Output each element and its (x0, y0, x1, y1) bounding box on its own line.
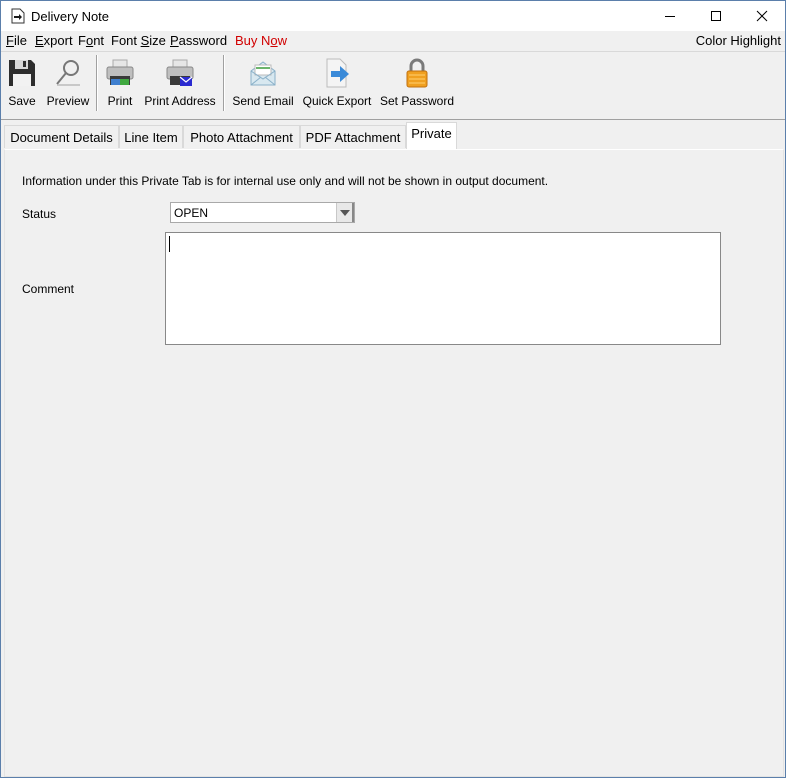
document-arrow-icon (11, 8, 25, 24)
title-bar: Delivery Note (1, 1, 785, 31)
printer-envelope-icon (166, 59, 194, 86)
tab-document-details[interactable]: Document Details (4, 125, 119, 148)
tab-line-item[interactable]: Line Item (119, 125, 183, 148)
save-button[interactable]: Save (4, 54, 40, 114)
close-icon (756, 10, 768, 22)
maximize-icon (711, 11, 721, 21)
menu-mnemonic: o (85, 33, 94, 48)
tab-pdf-attachment[interactable]: PDF Attachment (300, 125, 406, 148)
menu-font[interactable]: Font (78, 33, 104, 48)
print-label: Print (107, 94, 133, 108)
chevron-down-icon[interactable] (336, 203, 354, 222)
magnifier-icon (56, 60, 80, 86)
toolbar-separator (96, 55, 98, 111)
print-button[interactable]: Print (101, 54, 139, 114)
floppy-disk-icon (9, 60, 35, 86)
quick-export-button[interactable]: Quick Export (301, 54, 373, 114)
toolbar: Save Preview Print Print Address Send Em… (1, 52, 785, 120)
envelope-open-icon (250, 61, 276, 86)
menu-buy-now-pre: Buy Now (235, 33, 288, 48)
save-label: Save (8, 94, 36, 108)
print-address-button[interactable]: Print Address (141, 54, 219, 114)
status-label: Status (22, 207, 57, 221)
close-button[interactable] (739, 1, 785, 31)
send-email-button[interactable]: Send Email (229, 54, 297, 114)
preview-label: Preview (46, 94, 90, 108)
text-caret (169, 236, 170, 252)
set-password-button[interactable]: Set Password (377, 54, 457, 114)
print-address-label: Print Address (144, 94, 216, 108)
printer-icon (106, 59, 134, 85)
menu-password-rest: assword (178, 33, 228, 48)
status-dropdown[interactable]: OPEN (170, 202, 355, 223)
comment-textarea[interactable] (165, 232, 721, 345)
menu-export-mnemonic: E (35, 33, 44, 48)
preview-button[interactable]: Preview (44, 54, 92, 114)
tab-photo-attachment[interactable]: Photo Attachment (183, 125, 300, 148)
menu-font-size-pre: Font Size (111, 33, 166, 48)
window-title: Delivery Note (31, 9, 110, 24)
quick-export-label: Quick Export (302, 94, 372, 108)
status-value: OPEN (174, 206, 209, 220)
menu-mnemonic: o (270, 33, 278, 48)
private-info-text: Information under this Private Tab is fo… (22, 174, 549, 188)
comment-label: Comment (22, 282, 75, 296)
private-tab-panel: Information under this Private Tab is fo… (4, 149, 784, 777)
menu-mnemonic: S (140, 33, 150, 48)
minimize-button[interactable] (647, 1, 693, 31)
menu-password[interactable]: Password (170, 33, 227, 48)
menu-font-pre: Font (78, 33, 105, 48)
menu-file[interactable]: File (6, 33, 27, 48)
tab-strip: Document Details Line Item Photo Attachm… (3, 122, 783, 150)
minimize-icon (665, 16, 675, 17)
padlock-icon (406, 58, 428, 88)
menu-buy-now[interactable]: Buy Now (235, 33, 287, 48)
tab-private[interactable]: Private (406, 122, 457, 149)
menu-font-size[interactable]: Font Size (111, 33, 166, 48)
set-password-label: Set Password (379, 94, 455, 108)
menu-export[interactable]: Export (35, 33, 73, 48)
document-export-icon (326, 58, 349, 88)
menu-file-mnemonic: F (6, 33, 14, 48)
send-email-label: Send Email (232, 94, 294, 108)
menu-color-highlight[interactable]: Color Highlight (696, 33, 781, 48)
toolbar-separator (223, 55, 225, 111)
maximize-button[interactable] (693, 1, 739, 31)
menu-bar: File Export Font Font Size Password Buy … (1, 31, 785, 52)
app-window: Delivery Note File Export Font Font Size… (0, 0, 786, 778)
menu-file-rest: ile (13, 33, 27, 48)
menu-export-rest: xport (43, 33, 73, 48)
menu-password-mnemonic: P (170, 33, 179, 48)
